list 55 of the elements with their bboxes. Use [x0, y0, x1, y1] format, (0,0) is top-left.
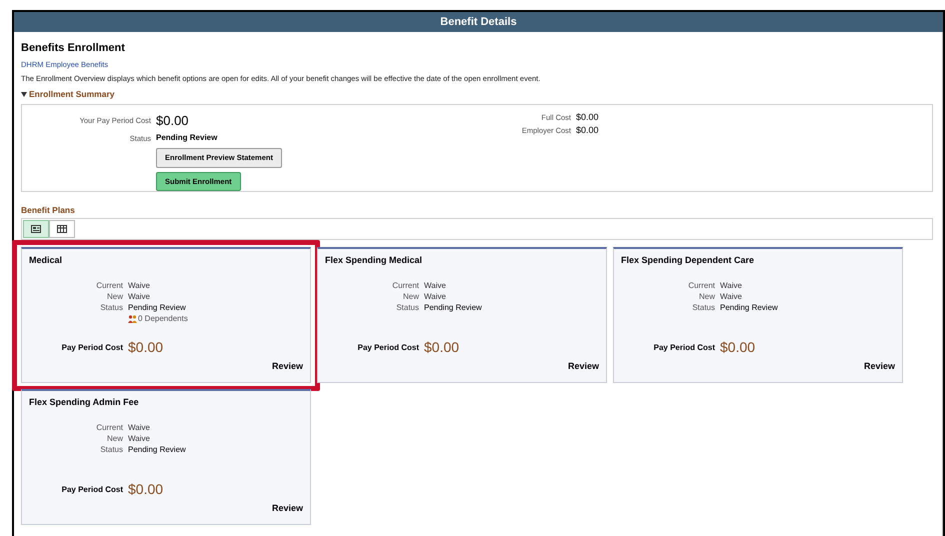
cost-value: $0.00 [720, 338, 756, 357]
field-label: New [698, 291, 715, 302]
review-link[interactable]: Review [864, 360, 895, 374]
card-view-icon [31, 224, 41, 232]
view-toggle[interactable] [23, 220, 49, 238]
window-title: Benefit Details [440, 14, 517, 30]
field-label: New [106, 433, 123, 444]
card-title: Flex Spending Admin Fee [29, 396, 140, 409]
field-value: Waive [128, 280, 151, 291]
field-label: Current [391, 280, 419, 291]
field-label: Current [687, 280, 715, 291]
field-value: Waive [720, 291, 743, 302]
field-value: Waive [128, 422, 151, 433]
field-label: Status [99, 444, 123, 455]
summary-value: $0.00 [156, 112, 190, 130]
cost-value: $0.00 [128, 480, 164, 499]
review-link[interactable]: Review [272, 502, 303, 516]
field-label: New [106, 291, 123, 302]
cost-label: Pay Period Cost [60, 484, 123, 496]
field-value: Waive [128, 291, 151, 302]
summary-value: $0.00 [576, 124, 599, 137]
cost-value: $0.00 [424, 338, 460, 357]
card-title: Flex Spending Medical [325, 254, 424, 267]
field-value: Waive [720, 280, 743, 291]
section-toggle[interactable]: Enrollment Summary [21, 88, 935, 101]
field-value: Pending Review [128, 302, 187, 313]
summary-value: Pending Review [156, 132, 218, 144]
summary-value: $0.00 [576, 110, 599, 124]
view-toggle[interactable] [49, 220, 75, 238]
field-label: Status [99, 302, 123, 313]
review-link[interactable]: Review [568, 360, 599, 374]
review-link[interactable]: Review [272, 360, 303, 374]
cost-label: Pay Period Cost [356, 342, 419, 354]
field-label: Status [691, 302, 715, 313]
field-label: Current [95, 422, 123, 433]
field-value: Pending Review [424, 302, 483, 313]
page-title: Benefits Enrollment [21, 41, 126, 56]
field-value: Waive [424, 280, 447, 291]
field-value: Pending Review [720, 302, 779, 313]
field-label: Current [95, 280, 123, 291]
cost-label: Pay Period Cost [652, 342, 715, 354]
card-title: Flex Spending Dependent Care [621, 254, 756, 267]
cost-value: $0.00 [128, 338, 164, 357]
caret-icon [21, 92, 27, 97]
field-value: Pending Review [128, 444, 187, 455]
grid-view-icon [57, 224, 67, 232]
field-value: Waive [128, 433, 151, 444]
section-title: Benefit Plans [21, 204, 76, 216]
card-title: Medical [29, 254, 64, 266]
people-icon [128, 314, 137, 322]
field-label: Status [395, 302, 419, 313]
dependents-link[interactable]: 0 Dependents [138, 313, 188, 324]
cost-label: Pay Period Cost [60, 342, 123, 354]
field-value: Waive [424, 291, 447, 302]
field-label: New [402, 291, 419, 302]
